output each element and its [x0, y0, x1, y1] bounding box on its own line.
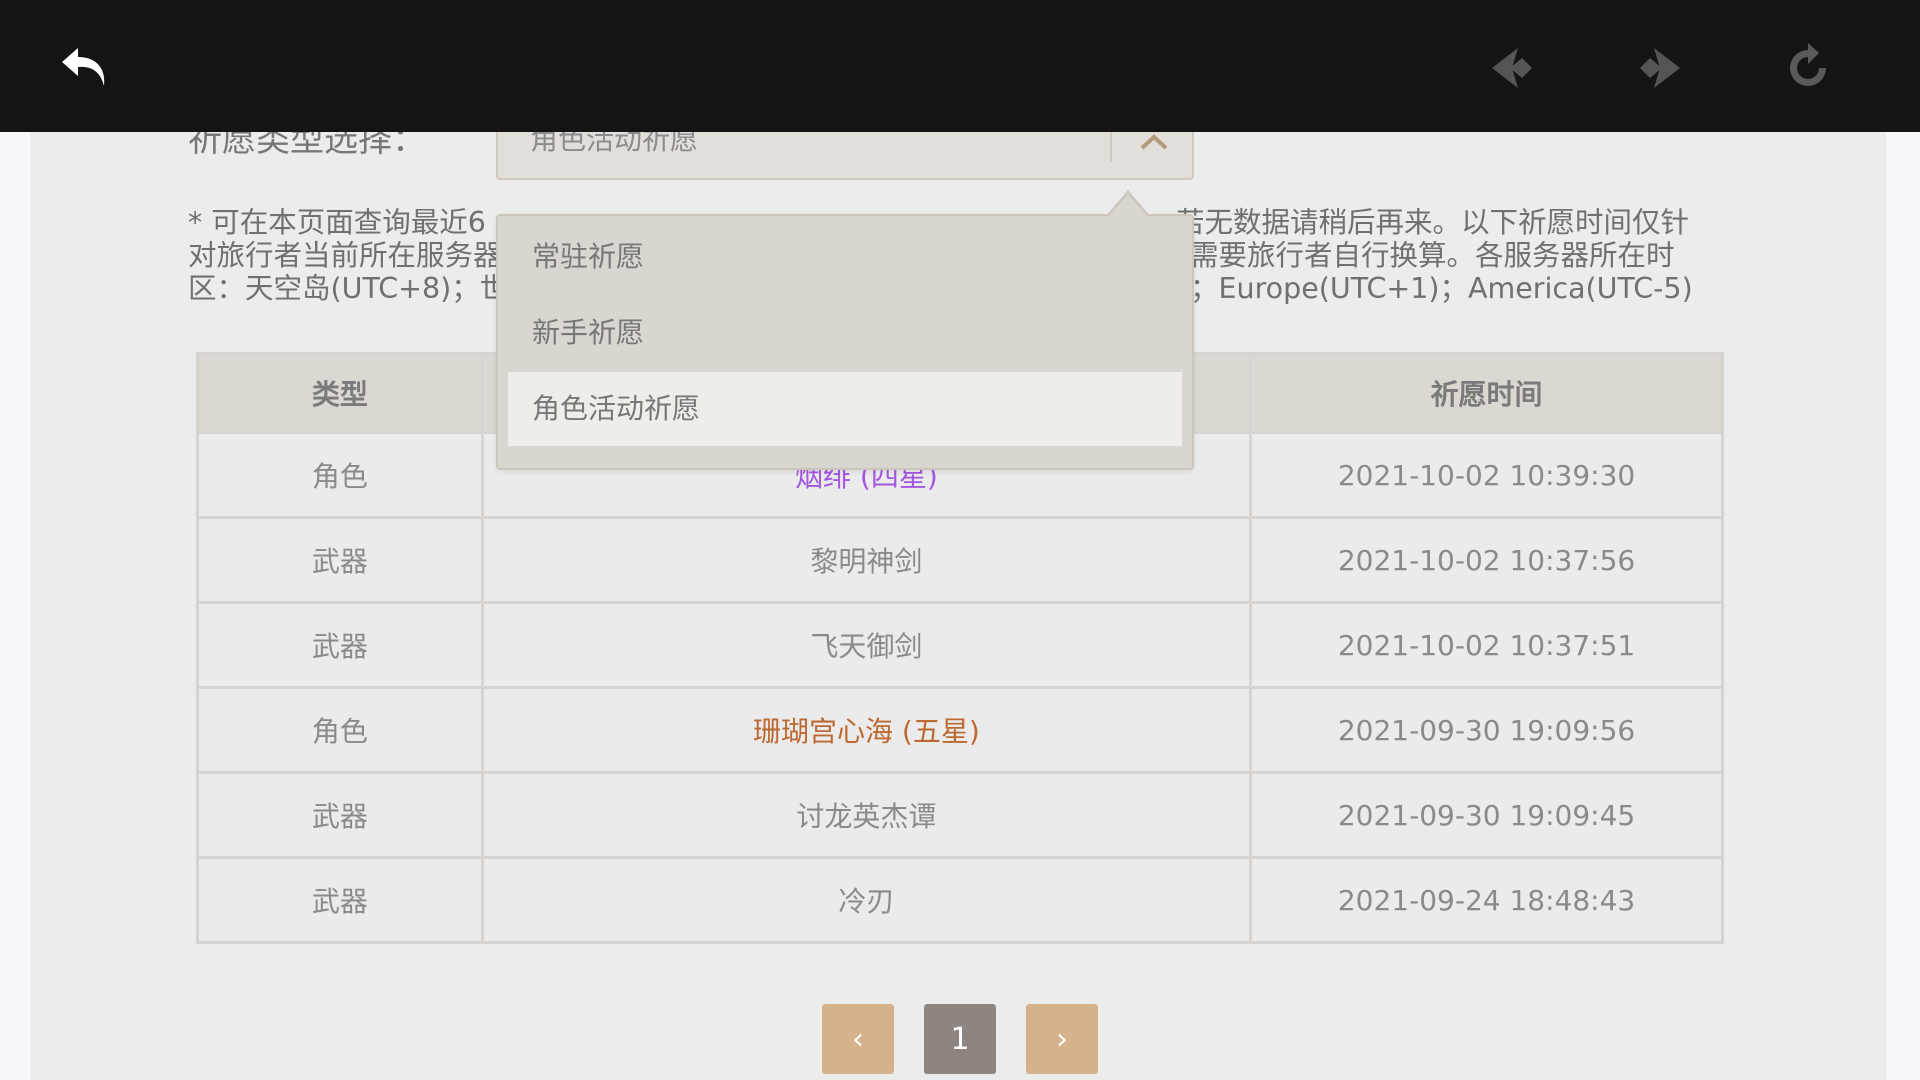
notice-seg-1: * 可在本页面查询最近6	[188, 206, 486, 239]
cell-name: 讨龙英杰谭	[480, 771, 1253, 859]
header-type: 类型	[196, 352, 484, 434]
cell-name: 珊瑚宫心海 (五星)	[480, 686, 1253, 774]
next-page-button[interactable]: ›	[1026, 1004, 1098, 1074]
dropdown-caret-fill	[1109, 194, 1147, 216]
notice-seg-2: 若无数据请稍后再来。以下祈愿时间仅针	[1176, 206, 1690, 239]
notice-seg-5: 区：天空岛(UTC+8)；世	[188, 272, 509, 305]
cell-time: 2021-09-30 19:09:45	[1249, 771, 1724, 859]
page-number-button[interactable]: 1	[924, 1004, 996, 1074]
cell-type: 武器	[196, 771, 484, 859]
cell-time: 2021-10-02 10:37:51	[1249, 601, 1724, 689]
cell-type: 角色	[196, 686, 484, 774]
cell-time: 2021-09-24 18:48:43	[1249, 856, 1724, 944]
dropdown-option-weapon-event[interactable]: 武器活动祈愿	[508, 446, 1182, 468]
dropdown-option-character-event[interactable]: 角色活动祈愿	[508, 372, 1182, 446]
cell-type: 角色	[196, 431, 484, 519]
gacha-type-dropdown: 常驻祈愿 新手祈愿 角色活动祈愿 武器活动祈愿	[496, 214, 1194, 470]
dropdown-option-standard[interactable]: 常驻祈愿	[508, 220, 1182, 294]
cell-name: 冷刃	[480, 856, 1253, 944]
notice-seg-6: ；Europe(UTC+1)；America(UTC-5)	[1190, 272, 1693, 305]
chevron-left-icon: ‹	[852, 1021, 864, 1057]
header-time: 祈愿时间	[1249, 352, 1724, 434]
notice-seg-4: 需要旅行者自行换算。各服务器所在时	[1190, 239, 1675, 272]
chevron-right-icon: ›	[1056, 1021, 1068, 1057]
prev-page-button[interactable]: ‹	[822, 1004, 894, 1074]
cell-time: 2021-10-02 10:39:30	[1249, 431, 1724, 519]
table-row: 武器 黎明神剑 2021-10-02 10:37:56	[196, 516, 1724, 604]
nav-back-diamond-icon[interactable]	[1478, 34, 1546, 102]
cell-type: 武器	[196, 601, 484, 689]
cell-name: 飞天御剑	[480, 601, 1253, 689]
table-row: 武器 讨龙英杰谭 2021-09-30 19:09:45	[196, 771, 1724, 859]
cell-name: 黎明神剑	[480, 516, 1253, 604]
back-arrow-icon[interactable]	[50, 34, 118, 102]
cell-time: 2021-09-30 19:09:56	[1249, 686, 1724, 774]
table-row: 武器 冷刃 2021-09-24 18:48:43	[196, 856, 1724, 944]
cell-type: 武器	[196, 516, 484, 604]
dropdown-option-beginner[interactable]: 新手祈愿	[508, 296, 1182, 370]
table-row: 武器 飞天御剑 2021-10-02 10:37:51	[196, 601, 1724, 689]
table-row: 角色 珊瑚宫心海 (五星) 2021-09-30 19:09:56	[196, 686, 1724, 774]
nav-forward-diamond-icon[interactable]	[1626, 34, 1694, 102]
refresh-icon[interactable]	[1774, 34, 1842, 102]
page-number: 1	[950, 1021, 970, 1057]
notice-seg-3: 对旅行者当前所在服务器	[188, 239, 502, 272]
top-bar	[0, 0, 1920, 132]
cell-time: 2021-10-02 10:37:56	[1249, 516, 1724, 604]
cell-type: 武器	[196, 856, 484, 944]
